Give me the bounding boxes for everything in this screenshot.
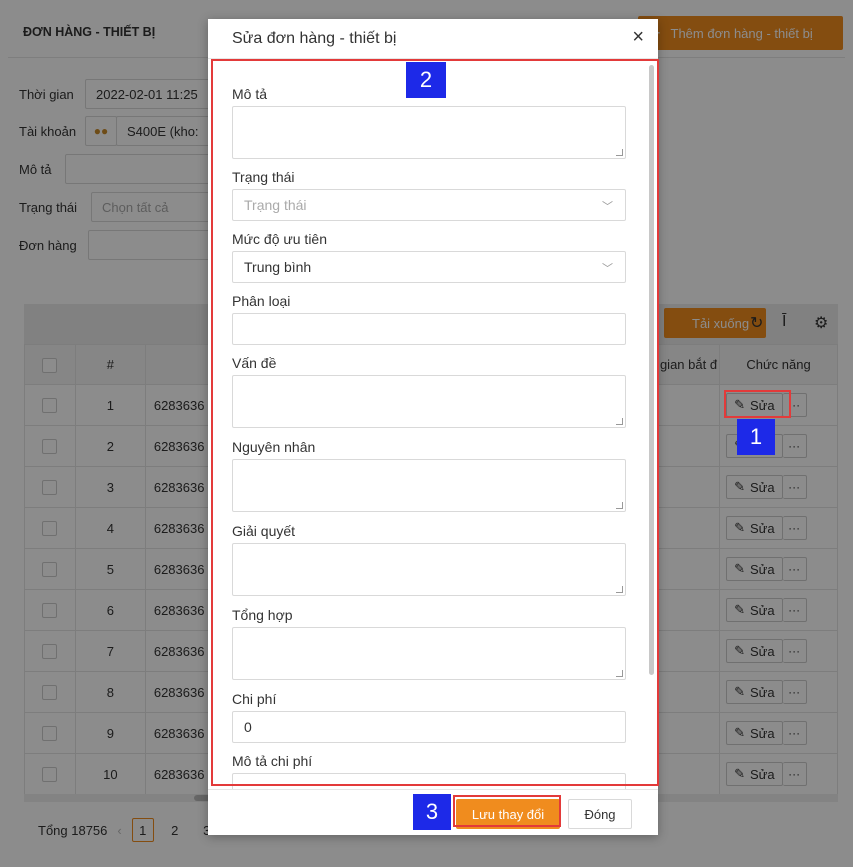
highlight-save-button xyxy=(453,795,561,827)
modal-header: Sửa đơn hàng - thiết bị × xyxy=(208,19,658,59)
modal-title: Sửa đơn hàng - thiết bị xyxy=(232,29,397,47)
annotation-badge-2: 2 xyxy=(406,62,446,98)
annotation-badge-1: 1 xyxy=(737,419,775,455)
close-button[interactable]: Đóng xyxy=(568,799,632,829)
highlight-edit-button xyxy=(724,390,791,418)
annotation-badge-3: 3 xyxy=(413,794,451,830)
close-icon[interactable]: × xyxy=(632,27,644,47)
highlight-modal-form xyxy=(211,59,659,786)
